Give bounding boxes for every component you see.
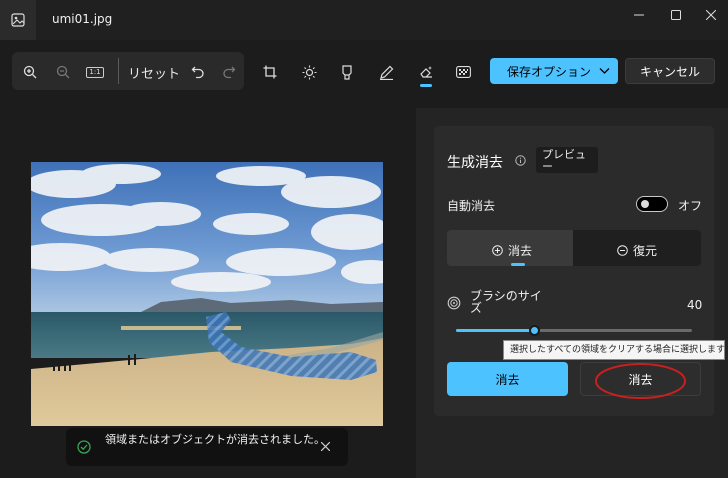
- zoom-out-icon: [56, 65, 70, 79]
- close-icon: [320, 441, 331, 452]
- toolbar-divider: [118, 58, 119, 84]
- generative-erase-icon: [419, 65, 432, 78]
- cancel-button[interactable]: キャンセル: [625, 58, 715, 84]
- panel-title: 生成消去: [447, 155, 503, 171]
- window-title: umi01.jpg: [52, 12, 113, 26]
- save-options-label: 保存オプション: [507, 64, 592, 79]
- undo-button[interactable]: [187, 61, 209, 83]
- close-button[interactable]: [696, 4, 726, 26]
- auto-erase-label: 自動消去: [447, 199, 496, 213]
- markup-tool[interactable]: [335, 60, 359, 84]
- preview-badge-label: プレビュー: [542, 148, 586, 173]
- plus-circle-icon: [492, 245, 503, 256]
- close-icon: [706, 10, 716, 20]
- auto-erase-state: オフ: [678, 199, 703, 213]
- brush-size-icon: [447, 296, 461, 310]
- actual-size-label: 1:1: [86, 66, 104, 78]
- maximize-icon: [671, 10, 681, 20]
- toast-message: 領域またはオブジェクトが消去されました。: [105, 433, 325, 446]
- crop-tool[interactable]: [258, 60, 282, 84]
- info-icon[interactable]: [515, 155, 526, 166]
- brush-size-slider-fill: [456, 329, 534, 332]
- undo-icon: [191, 66, 204, 79]
- markup-icon: [342, 64, 352, 80]
- active-mode-indicator: [511, 263, 525, 266]
- actual-size-button[interactable]: 1:1: [84, 61, 106, 83]
- save-options-button[interactable]: 保存オプション: [490, 58, 618, 84]
- crop-icon: [263, 65, 277, 79]
- highlight-circle: [595, 363, 686, 399]
- erase-all-tooltip: 選択したすべての領域をクリアする場合に選択します。: [503, 340, 725, 360]
- redo-icon: [223, 66, 236, 79]
- brightness-tool[interactable]: [297, 60, 321, 84]
- maximize-button[interactable]: [661, 4, 691, 26]
- photo-icon: [0, 0, 36, 40]
- generative-erase-tool[interactable]: [414, 60, 438, 84]
- toast-notification: 領域またはオブジェクトが消去されました。: [66, 428, 348, 466]
- zoom-in-icon: [23, 65, 37, 79]
- brush-size-value: 40: [687, 298, 703, 312]
- filter-tool[interactable]: [451, 60, 475, 84]
- preview-badge: プレビュー: [536, 147, 598, 173]
- zoom-out-button[interactable]: [52, 61, 74, 83]
- view-toolbar: 1:1 リセット: [12, 52, 244, 90]
- erase-mode-content: 消去: [492, 242, 532, 259]
- restore-mode-content: 復元: [617, 242, 657, 259]
- check-circle-icon: [77, 440, 91, 454]
- restore-mode-label: 復元: [633, 244, 658, 258]
- minus-circle-icon: [617, 245, 628, 256]
- reset-button[interactable]: リセット: [128, 63, 180, 82]
- erase-button[interactable]: 消去: [447, 362, 568, 396]
- brightness-icon: [302, 65, 316, 79]
- brush-size-label: ブラシのサイズ: [470, 289, 542, 315]
- erase-mode-label: 消去: [508, 244, 533, 258]
- brush-size-slider-thumb[interactable]: [529, 325, 540, 336]
- toast-close-button[interactable]: [320, 440, 331, 454]
- minimize-button[interactable]: [624, 4, 654, 26]
- photo-canvas[interactable]: [31, 162, 383, 426]
- auto-erase-toggle[interactable]: [636, 196, 668, 212]
- toggle-knob: [641, 200, 649, 208]
- active-tool-indicator: [420, 84, 432, 87]
- filter-icon: [455, 66, 471, 78]
- pen-icon: [379, 65, 393, 80]
- redo-button[interactable]: [218, 61, 240, 83]
- pen-tool[interactable]: [374, 60, 398, 84]
- chevron-down-icon: [599, 68, 610, 74]
- zoom-in-button[interactable]: [19, 61, 41, 83]
- minimize-icon: [634, 14, 644, 16]
